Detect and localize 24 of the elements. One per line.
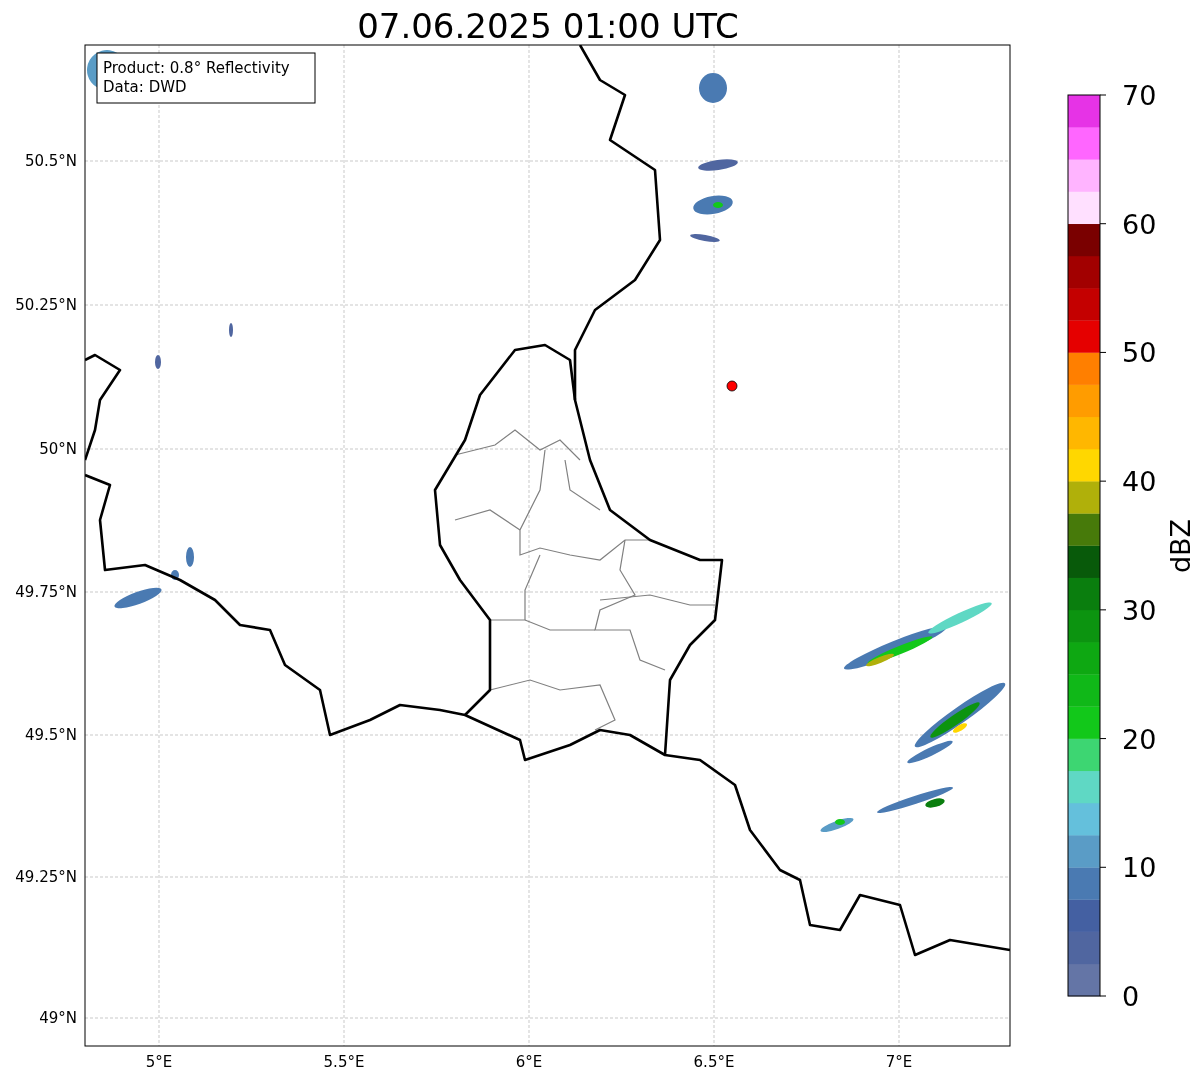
info-text: Product: 0.8° Reflectivity <box>103 59 290 77</box>
latitude-label: 50.25°N <box>15 296 77 314</box>
longitude-label: 5.5°E <box>323 1053 365 1071</box>
longitude-label: 7°E <box>885 1053 913 1071</box>
latitude-label: 49.5°N <box>24 726 77 744</box>
longitude-label: 6°E <box>515 1053 543 1071</box>
latitude-label: 49°N <box>39 1009 77 1027</box>
colorbar-tick-label: 10 <box>1122 852 1157 884</box>
colorbar-tick-label: 70 <box>1122 80 1157 111</box>
colorbar-tick-label: 30 <box>1122 594 1157 626</box>
colorbar-label: dBZ <box>1165 518 1196 574</box>
latitude-label: 50°N <box>39 440 77 458</box>
colorbar-tick-label: 0 <box>1122 981 1140 1012</box>
latitude-label: 50.5°N <box>24 152 77 170</box>
latitude-label: 49.25°N <box>15 868 77 886</box>
longitude-label: 6.5°E <box>693 1053 735 1071</box>
colorbar-tick-label: 50 <box>1122 337 1157 369</box>
chart-title: 07.06.2025 01:00 UTC <box>357 6 739 46</box>
longitude-label: 5°E <box>145 1053 173 1071</box>
colorbar-tick-label: 60 <box>1122 208 1157 240</box>
colorbar-tick-label: 20 <box>1122 723 1157 755</box>
latitude-label: 49.75°N <box>15 583 77 601</box>
info-text: Data: DWD <box>103 78 187 96</box>
colorbar-tick-label: 40 <box>1122 466 1157 498</box>
